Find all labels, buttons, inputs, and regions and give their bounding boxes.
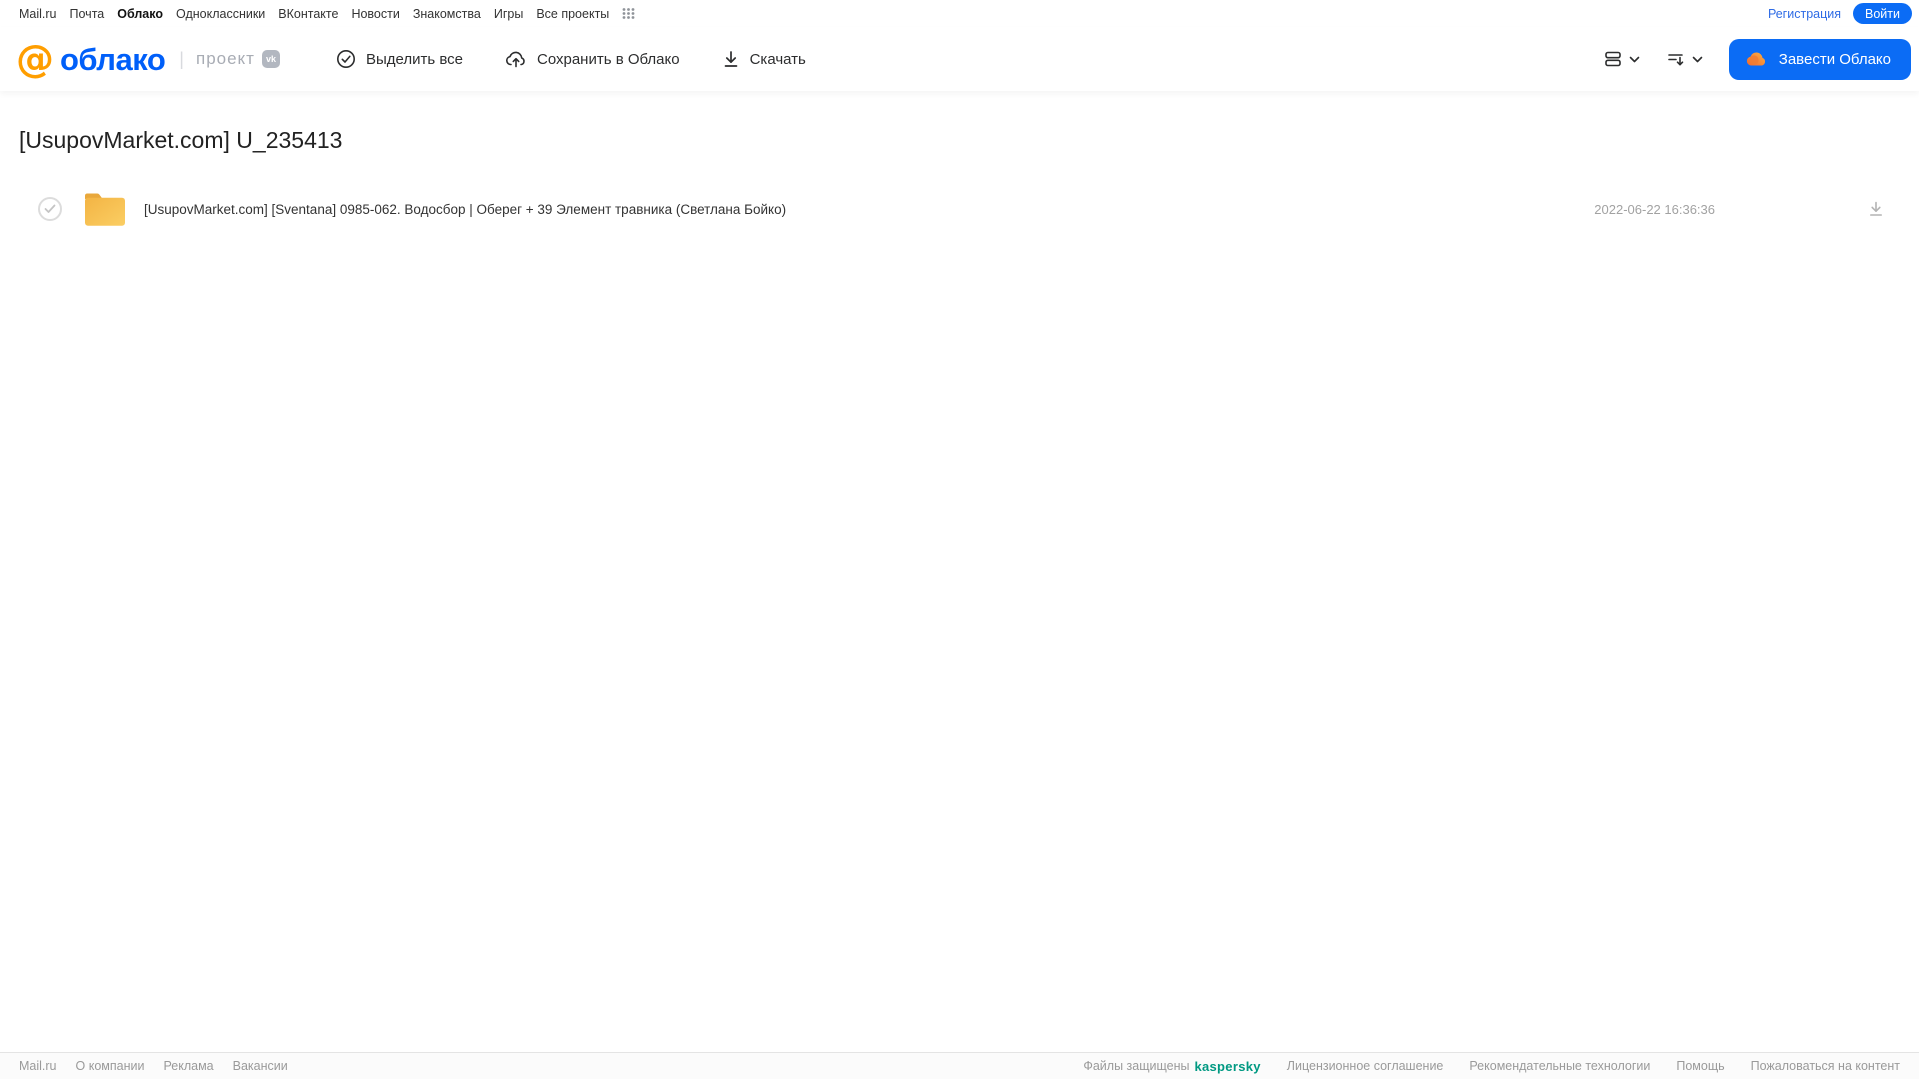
mailru-at-icon: @ — [16, 37, 54, 81]
portal-link-oblako[interactable]: Облако — [117, 7, 163, 21]
footer-link-license[interactable]: Лицензионное соглашение — [1287, 1059, 1444, 1073]
portal-link-odnoklassniki[interactable]: Одноклассники — [176, 7, 265, 21]
footer-link-report[interactable]: Пожаловаться на контент — [1751, 1059, 1900, 1073]
select-all-button[interactable]: Выделить все — [336, 49, 463, 69]
check-circle-icon — [336, 49, 356, 69]
kaspersky-logo[interactable]: kaspersky — [1194, 1059, 1260, 1074]
project-label: проект — [195, 49, 255, 68]
download-label: Скачать — [749, 50, 806, 68]
footer-link-ads[interactable]: Реклама — [163, 1059, 213, 1073]
list-view-icon — [1603, 49, 1623, 69]
file-name[interactable]: [UsupovMarket.com] [Sventana] 0985-062. … — [144, 202, 786, 217]
sort-dropdown[interactable] — [1666, 49, 1703, 69]
portal-link-vkontakte[interactable]: ВКонтакте — [278, 7, 338, 21]
all-projects-grid-icon[interactable] — [622, 7, 635, 20]
portal-link-mailru[interactable]: Mail.ru — [19, 7, 57, 21]
page-title: [UsupovMarket.com] U_235413 — [19, 127, 343, 153]
row-checkbox[interactable] — [38, 197, 62, 221]
sort-icon — [1666, 49, 1686, 69]
project-separator: | — [179, 48, 184, 69]
footer-left-links: Mail.ru О компании Реклама Вакансии — [19, 1059, 288, 1073]
cloud-header: @ облако | проект vk Выделить все Сохран… — [0, 27, 1919, 91]
chevron-down-icon — [1629, 56, 1640, 63]
footer-link-about[interactable]: О компании — [76, 1059, 145, 1073]
footer-link-recommendations[interactable]: Рекомендательные технологии — [1469, 1059, 1650, 1073]
portal-link-all-projects[interactable]: Все проекты — [536, 7, 609, 21]
get-cloud-label: Завести Облако — [1778, 50, 1891, 68]
portal-link-pochta[interactable]: Почта — [70, 7, 105, 21]
file-toolbar: Выделить все Сохранить в Облако Скачать — [336, 49, 806, 69]
footer-link-jobs[interactable]: Вакансии — [233, 1059, 288, 1073]
footer: Mail.ru О компании Реклама Вакансии Файл… — [0, 1052, 1919, 1079]
cloud-logo[interactable]: @ облако — [16, 37, 166, 81]
register-link[interactable]: Регистрация — [1768, 7, 1841, 21]
portal-link-novosti[interactable]: Новости — [351, 7, 399, 21]
folder-icon — [82, 191, 128, 228]
row-download-button[interactable] — [1867, 200, 1885, 218]
footer-link-mailru[interactable]: Mail.ru — [19, 1059, 57, 1073]
file-date: 2022-06-22 16:36:36 — [1594, 201, 1715, 217]
portal-nav: Mail.ru Почта Облако Одноклассники ВКонт… — [0, 0, 1919, 27]
download-button[interactable]: Скачать — [722, 49, 806, 69]
select-all-label: Выделить все — [365, 50, 463, 68]
footer-link-help[interactable]: Помощь — [1676, 1059, 1724, 1073]
login-button[interactable]: Войти — [1853, 3, 1912, 24]
get-cloud-button[interactable]: Завести Облако — [1728, 38, 1911, 80]
vk-badge-icon: vk — [261, 50, 280, 68]
cloud-upload-icon — [505, 49, 527, 69]
kaspersky-protected: Файлы защищены kaspersky — [1083, 1059, 1260, 1074]
file-row[interactable]: [UsupovMarket.com] [Sventana] 0985-062. … — [0, 189, 1919, 229]
save-to-cloud-label: Сохранить в Облако — [536, 50, 680, 68]
save-to-cloud-button[interactable]: Сохранить в Облако — [505, 49, 680, 69]
chevron-down-icon — [1692, 56, 1703, 63]
cloud-logo-text: облако — [60, 41, 166, 77]
main-content: [UsupovMarket.com] U_235413 [UsupovMarke… — [0, 127, 1919, 229]
vk-project-tag: | проект vk — [179, 49, 280, 70]
header-right-controls: Завести Облако — [1603, 38, 1911, 80]
portal-link-znakomstva[interactable]: Знакомства — [413, 7, 481, 21]
cloud-orange-icon — [1745, 49, 1769, 69]
footer-right-links: Файлы защищены kaspersky Лицензионное со… — [1083, 1059, 1900, 1074]
portal-link-igry[interactable]: Игры — [494, 7, 523, 21]
protected-label: Файлы защищены — [1083, 1059, 1190, 1073]
download-icon — [722, 49, 740, 69]
view-mode-dropdown[interactable] — [1603, 49, 1640, 69]
